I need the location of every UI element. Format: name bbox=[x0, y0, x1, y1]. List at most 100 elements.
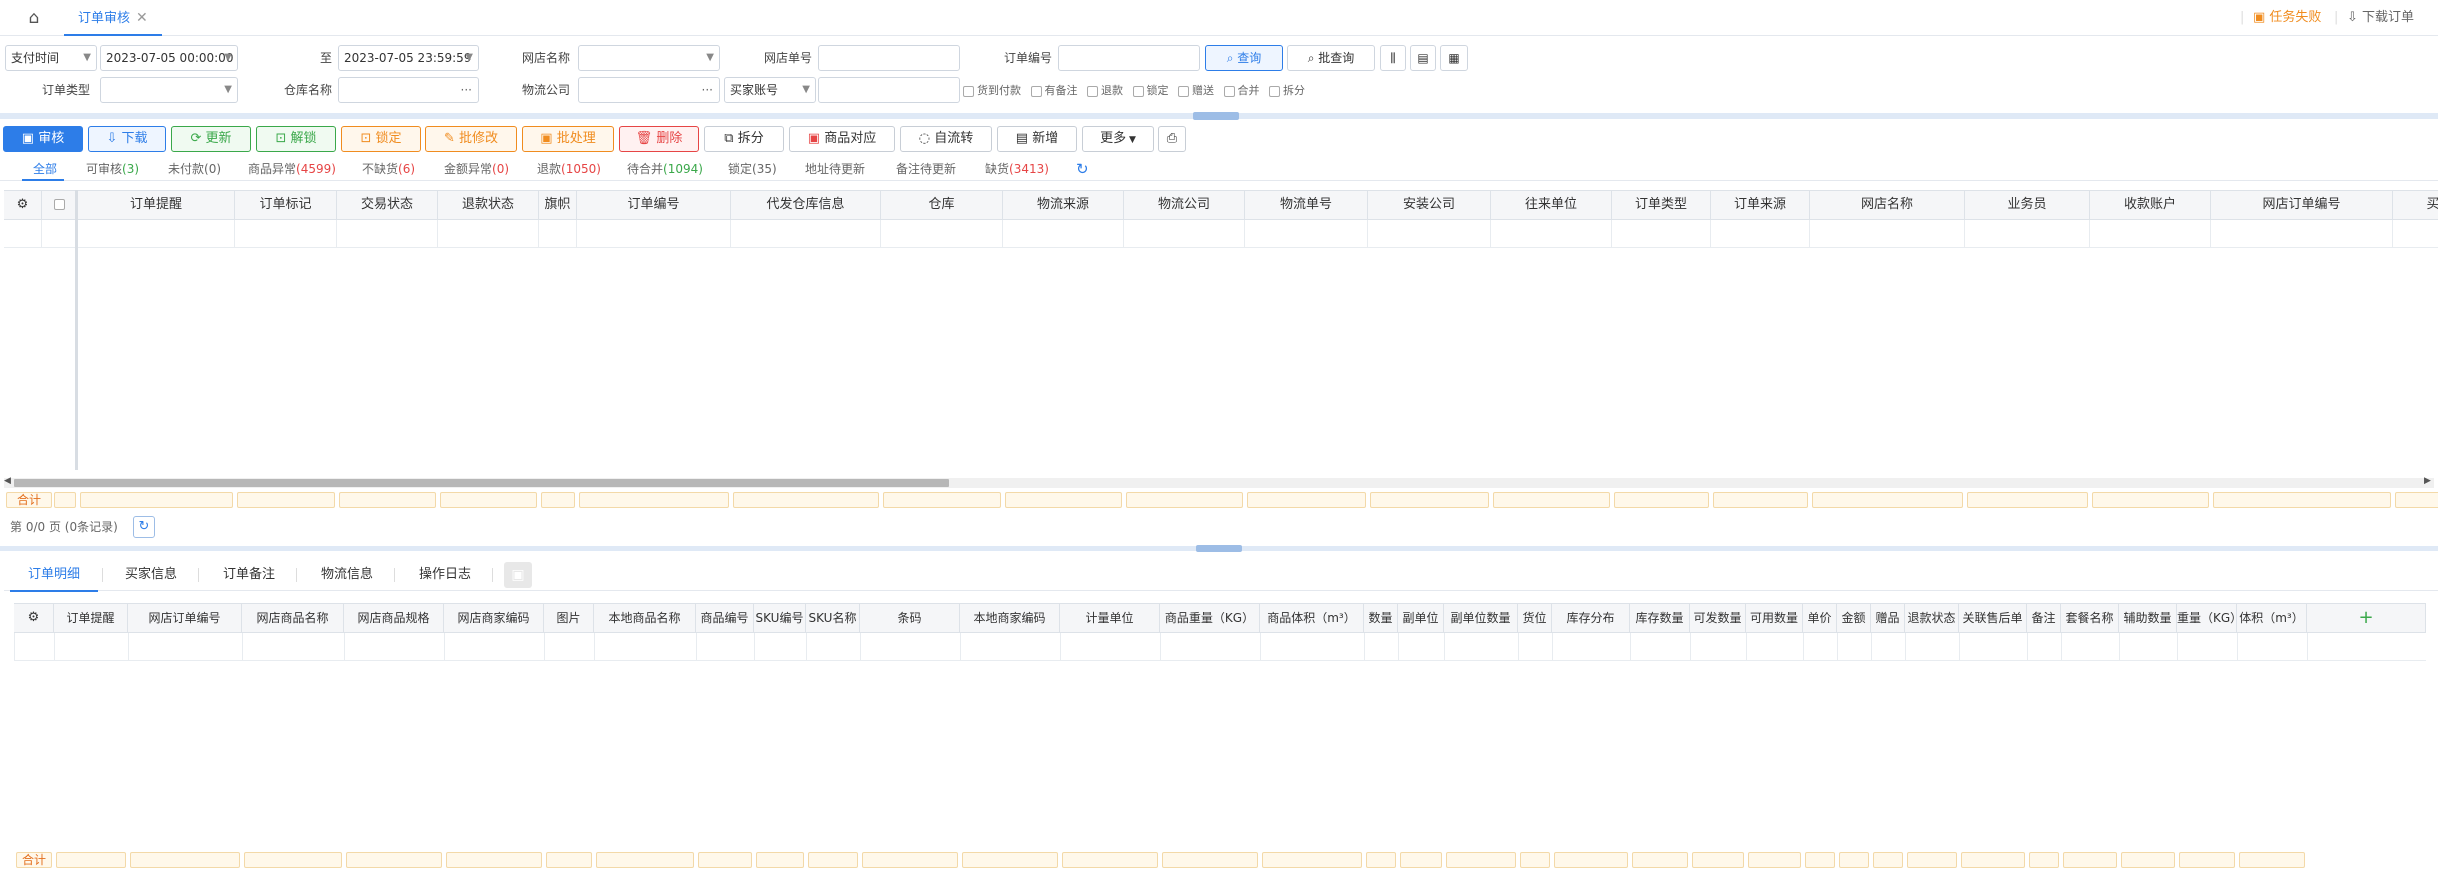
shop-order-input[interactable] bbox=[818, 45, 960, 71]
unlock-button[interactable]: ⊡ 解锁 bbox=[256, 126, 336, 152]
image-icon[interactable]: ▣ bbox=[504, 562, 532, 588]
column-header[interactable]: 订单来源 bbox=[1711, 191, 1810, 219]
checkbox-lock[interactable]: 锁定 bbox=[1132, 84, 1169, 97]
column-header[interactable]: 图片 bbox=[544, 604, 594, 632]
time-type-select[interactable]: 支付时间 ▼ bbox=[5, 45, 97, 71]
goods-match-button[interactable]: ▣ 商品对应 bbox=[789, 126, 895, 152]
buyer-account-select[interactable]: 买家账号 ▼ bbox=[724, 77, 816, 103]
column-header[interactable]: 收款账户 bbox=[2090, 191, 2211, 219]
column-header[interactable]: 关联售后单 bbox=[1959, 604, 2027, 632]
reload-icon[interactable]: ↻ bbox=[133, 516, 155, 538]
column-header[interactable]: 商品编号 bbox=[696, 604, 754, 632]
start-time-input[interactable]: 2023-07-05 00:00:00 ▼ bbox=[100, 45, 238, 71]
column-header[interactable]: 退款状态 bbox=[438, 191, 539, 219]
status-tab-remark-update[interactable]: 备注待更新 bbox=[896, 160, 956, 178]
column-header[interactable]: 可用数量 bbox=[1746, 604, 1803, 632]
buyer-account-input[interactable] bbox=[818, 77, 960, 103]
status-tab-all[interactable]: 全部 bbox=[33, 160, 57, 178]
column-header[interactable]: SKU名称 bbox=[806, 604, 860, 632]
column-header[interactable]: 业务员 bbox=[1965, 191, 2090, 219]
column-header[interactable]: 商品重量（KG） bbox=[1160, 604, 1260, 632]
order-type-select[interactable]: ▼ bbox=[100, 77, 238, 103]
clipboard-icon[interactable]: ▤ bbox=[1410, 45, 1436, 71]
add-button[interactable]: ▤ 新增 bbox=[997, 126, 1077, 152]
batch-query-button[interactable]: ⌕ 批查询 bbox=[1287, 45, 1375, 71]
home-icon[interactable]: ⌂ bbox=[22, 8, 46, 28]
column-header[interactable]: 条码 bbox=[860, 604, 960, 632]
status-tab-auditable[interactable]: 可审核(3) bbox=[86, 160, 139, 178]
column-header[interactable]: 体积（m³） bbox=[2237, 604, 2307, 632]
tab-logistics-info[interactable]: 物流信息 bbox=[304, 560, 390, 590]
print-icon[interactable]: ⎙ bbox=[1158, 126, 1186, 152]
more-button[interactable]: 更多 ▼ bbox=[1082, 126, 1154, 152]
tab-order-detail[interactable]: 订单明细 bbox=[10, 560, 98, 592]
logistics-input[interactable]: ··· bbox=[578, 77, 720, 103]
scroll-right-icon[interactable]: ▶ bbox=[2424, 476, 2431, 486]
end-time-input[interactable]: 2023-07-05 23:59:59 ▼ bbox=[338, 45, 479, 71]
status-tab-not-short[interactable]: 不缺货(6) bbox=[362, 160, 415, 178]
status-tab-out-of-stock[interactable]: 缺货(3413) bbox=[985, 160, 1049, 178]
column-header[interactable]: 订单编号 bbox=[577, 191, 731, 219]
column-header[interactable]: 网店订单编号 bbox=[2211, 191, 2393, 219]
column-header[interactable]: 往来单位 bbox=[1491, 191, 1612, 219]
query-button[interactable]: ⌕ 查询 bbox=[1205, 45, 1283, 71]
tab-buyer-info[interactable]: 买家信息 bbox=[110, 560, 192, 590]
columns-icon[interactable]: ⫼ bbox=[1380, 45, 1406, 71]
shop-name-select[interactable]: ▼ bbox=[578, 45, 720, 71]
checkbox-split[interactable]: 拆分 bbox=[1269, 84, 1305, 97]
batch-process-button[interactable]: ▣ 批处理 bbox=[522, 126, 614, 152]
column-header[interactable]: 物流公司 bbox=[1124, 191, 1245, 219]
column-header[interactable]: 辅助数量 bbox=[2119, 604, 2177, 632]
tab-order-remark[interactable]: 订单备注 bbox=[206, 560, 292, 590]
column-header[interactable]: 商品体积（m³） bbox=[1260, 604, 1364, 632]
column-header[interactable]: 副单位 bbox=[1398, 604, 1444, 632]
download-button[interactable]: ⇩ 下载 bbox=[88, 126, 166, 152]
column-header[interactable]: 物流来源 bbox=[1003, 191, 1124, 219]
checkbox-cod[interactable]: 货到付款 bbox=[963, 84, 1021, 97]
column-header[interactable]: 备注 bbox=[2027, 604, 2061, 632]
column-header[interactable]: 订单类型 bbox=[1612, 191, 1711, 219]
column-header[interactable]: 单价 bbox=[1803, 604, 1837, 632]
task-fail-link[interactable]: ▣ 任务失败 bbox=[2253, 9, 2321, 27]
lock-button[interactable]: ⊡ 锁定 bbox=[341, 126, 421, 152]
checkbox-refund[interactable]: 退款 bbox=[1087, 84, 1123, 97]
status-tab-pending-merge[interactable]: 待合并(1094) bbox=[627, 160, 703, 178]
column-header[interactable]: 订单标记 bbox=[235, 191, 337, 219]
order-no-input[interactable] bbox=[1058, 45, 1200, 71]
column-header[interactable]: 本地商家编码 bbox=[960, 604, 1060, 632]
column-header[interactable]: 网店订单编号 bbox=[128, 604, 242, 632]
column-header[interactable]: 计量单位 bbox=[1060, 604, 1160, 632]
settings-gear-icon[interactable]: ⚙ bbox=[14, 604, 54, 632]
scroll-left-icon[interactable]: ◀ bbox=[4, 476, 11, 486]
column-header[interactable]: 订单提醒 bbox=[54, 604, 128, 632]
collapse-handle[interactable] bbox=[1193, 112, 1239, 120]
status-tab-locked[interactable]: 锁定(35) bbox=[728, 160, 777, 178]
download-order-link[interactable]: ⇩ 下载订单 bbox=[2347, 9, 2414, 27]
column-header[interactable]: 可发数量 bbox=[1690, 604, 1746, 632]
column-header[interactable]: 本地商品名称 bbox=[594, 604, 696, 632]
column-header[interactable]: 订单提醒 bbox=[78, 191, 235, 219]
status-tab-amount-error[interactable]: 金额异常(0) bbox=[444, 160, 509, 178]
status-tab-address-update[interactable]: 地址待更新 bbox=[805, 160, 865, 178]
split-button[interactable]: ⧉ 拆分 bbox=[704, 126, 784, 152]
column-header[interactable]: 仓库 bbox=[881, 191, 1003, 219]
auto-flow-button[interactable]: ◌ 自流转 bbox=[900, 126, 992, 152]
print-template-icon[interactable]: ▦ bbox=[1440, 45, 1468, 71]
column-header[interactable]: 套餐名称 bbox=[2061, 604, 2119, 632]
bottom-collapse-handle[interactable] bbox=[1196, 545, 1242, 552]
warehouse-input[interactable]: ··· bbox=[338, 77, 479, 103]
refresh-icon[interactable]: ↻ bbox=[1076, 160, 1089, 178]
status-tab-unpaid[interactable]: 未付款(0) bbox=[168, 160, 221, 178]
column-header[interactable]: SKU编号 bbox=[754, 604, 806, 632]
column-header[interactable]: 物流单号 bbox=[1245, 191, 1368, 219]
column-header[interactable]: 网店商品名称 bbox=[242, 604, 344, 632]
column-header[interactable]: 货位 bbox=[1518, 604, 1552, 632]
select-all-checkbox[interactable] bbox=[42, 191, 78, 219]
column-header[interactable]: 网店商品规格 bbox=[344, 604, 444, 632]
tab-operation-log[interactable]: 操作日志 bbox=[402, 560, 488, 590]
checkbox-gift[interactable]: 赠送 bbox=[1178, 84, 1214, 97]
column-header[interactable]: 库存数量 bbox=[1630, 604, 1690, 632]
column-header[interactable]: 数量 bbox=[1364, 604, 1398, 632]
column-header[interactable]: 金额 bbox=[1837, 604, 1871, 632]
close-icon[interactable]: ✕ bbox=[136, 10, 148, 26]
